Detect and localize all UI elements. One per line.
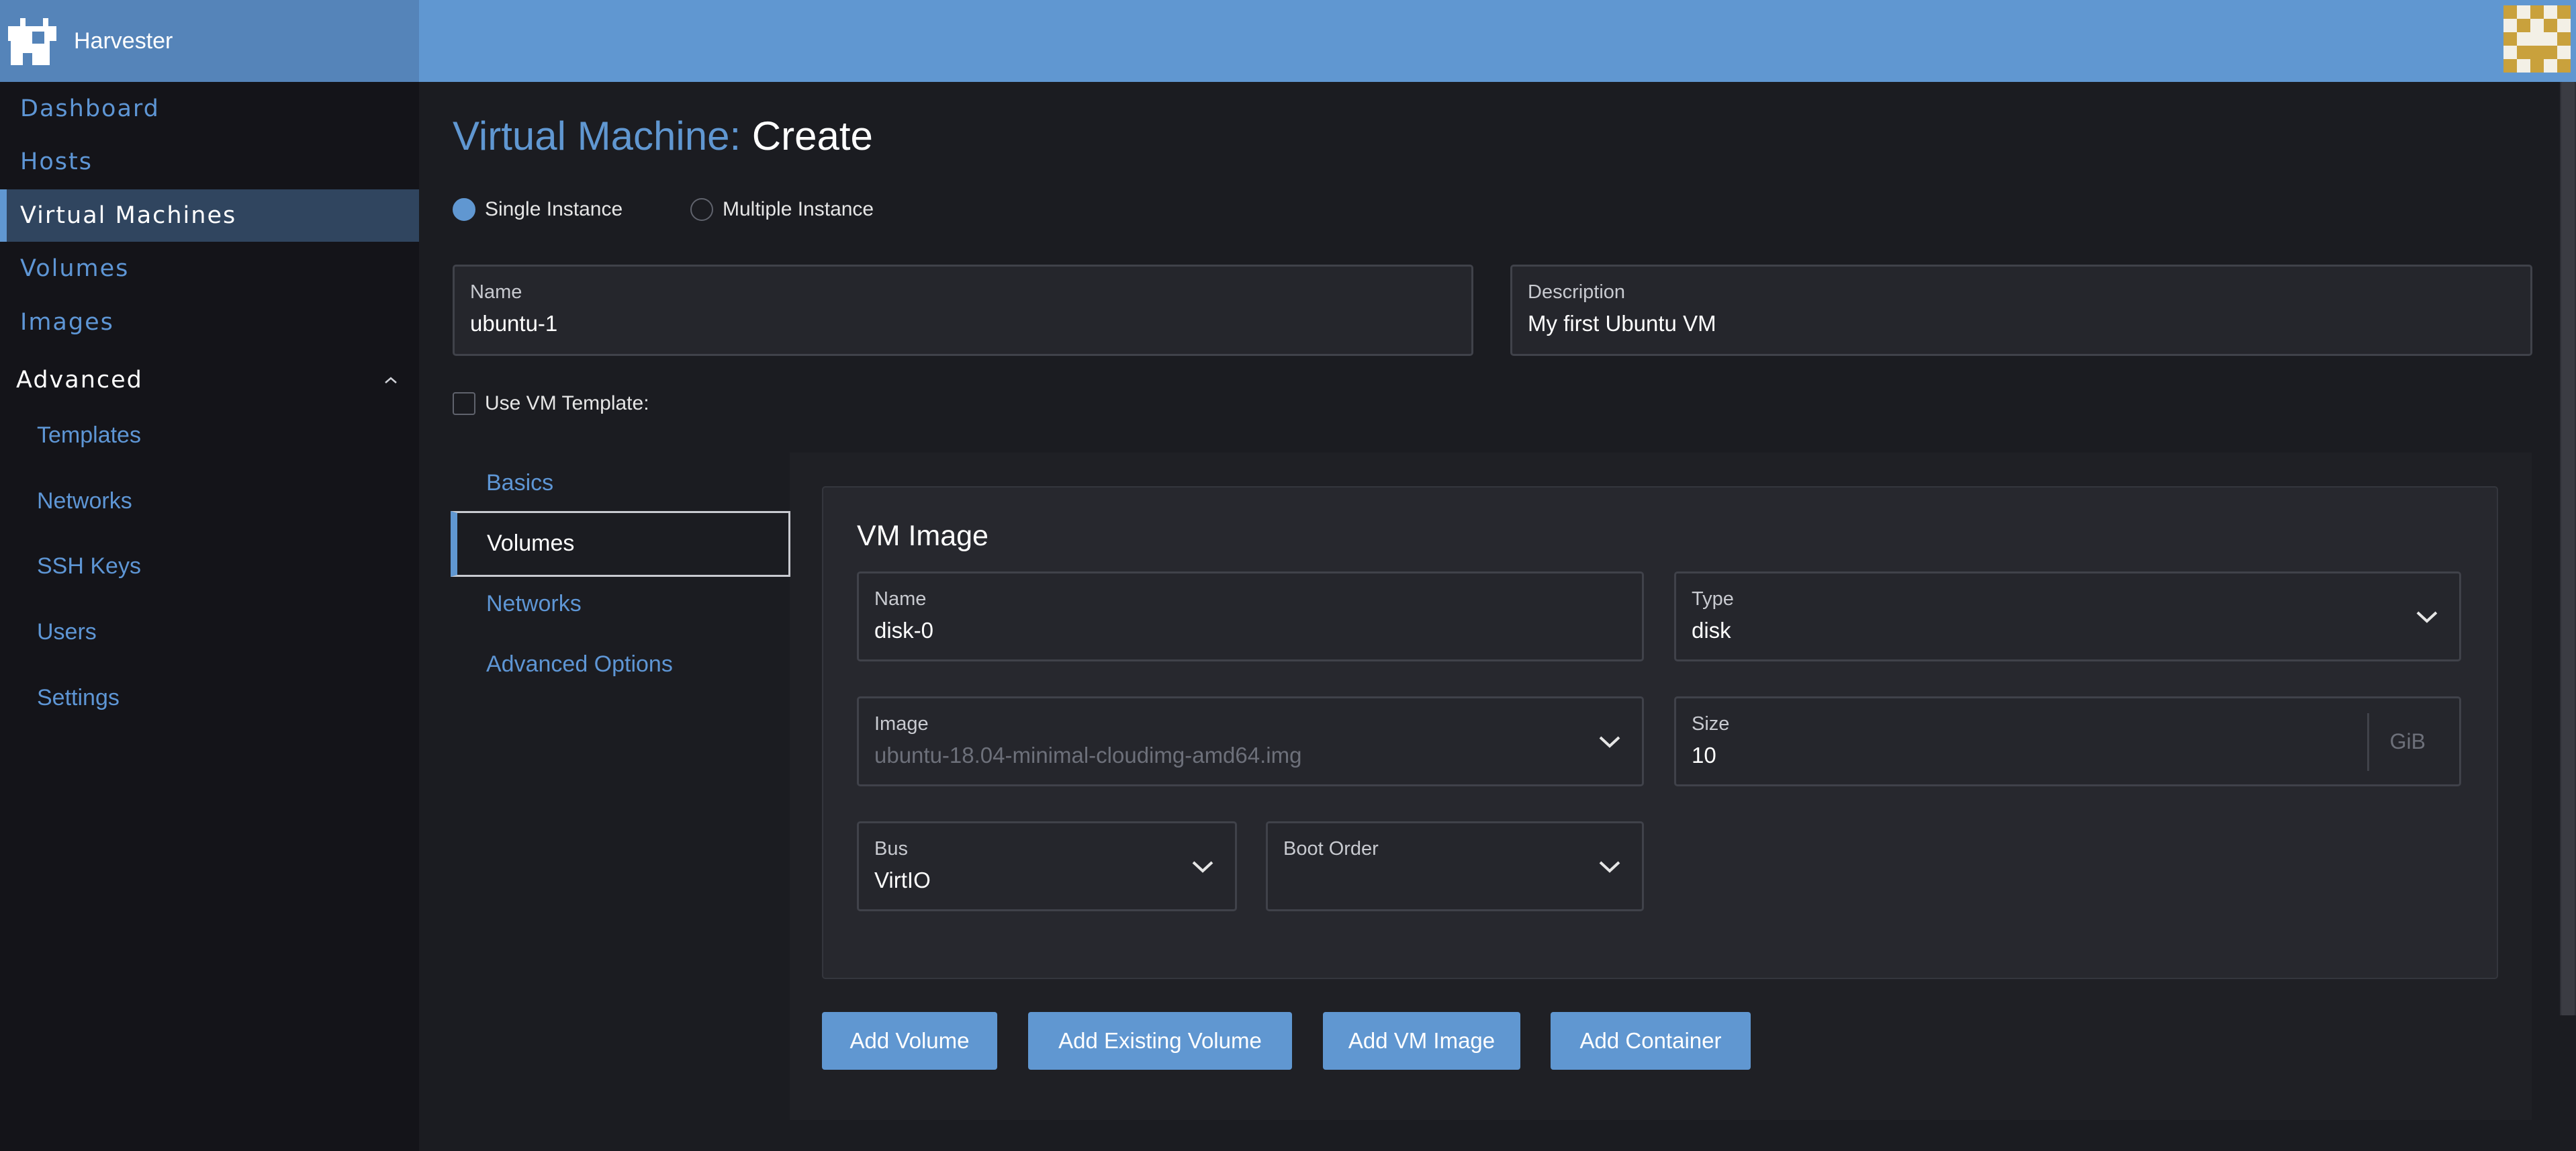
- scrollbar-thumb[interactable]: [2561, 82, 2575, 1015]
- harvester-logo-icon: [8, 18, 56, 65]
- add-container-button[interactable]: Add Container: [1551, 1012, 1751, 1070]
- top-header: Harvester: [0, 0, 2576, 82]
- name-field-value: ubuntu-1: [470, 311, 558, 336]
- add-volume-button[interactable]: Add Volume: [822, 1012, 997, 1070]
- sidebar-item-images[interactable]: Images: [0, 296, 419, 349]
- volume-image-select[interactable]: Image ubuntu-18.04-minimal-cloudimg-amd6…: [857, 696, 1644, 786]
- volume-bus-select[interactable]: Bus VirtIO: [857, 821, 1237, 911]
- sidebar-item-dashboard[interactable]: Dashboard: [0, 83, 419, 135]
- volume-bus-label: Bus: [874, 838, 908, 860]
- volume-bus-value: VirtIO: [874, 868, 931, 892]
- sidebar-group-advanced[interactable]: Advanced: [0, 357, 419, 404]
- app-root: Harvester Dashboard Hosts Virtual Machin…: [0, 0, 2576, 1151]
- radio-label: Multiple Instance: [723, 198, 874, 220]
- use-vm-template-checkbox[interactable]: Use VM Template:: [453, 392, 649, 415]
- radio-label: Single Instance: [485, 198, 623, 220]
- volume-name-value: disk-0: [874, 618, 934, 643]
- brand[interactable]: Harvester: [0, 0, 419, 82]
- page-title: Virtual Machine: Create: [453, 113, 873, 159]
- volume-name-field[interactable]: Name disk-0: [857, 571, 1644, 661]
- tab-advanced-options[interactable]: Advanced Options: [486, 651, 673, 678]
- page-title-prefix: Virtual Machine:: [453, 113, 741, 158]
- volume-image-label: Image: [874, 713, 929, 735]
- radio-indicator: [453, 198, 475, 221]
- volume-boot-order-label: Boot Order: [1283, 838, 1379, 860]
- volume-type-value: disk: [1692, 618, 1731, 643]
- chevron-down-icon: [2416, 611, 2438, 623]
- volume-type-label: Type: [1692, 588, 1734, 610]
- sidebar-item-networks[interactable]: Networks: [0, 477, 419, 524]
- add-vm-image-button[interactable]: Add VM Image: [1323, 1012, 1520, 1070]
- add-existing-volume-button[interactable]: Add Existing Volume: [1028, 1012, 1292, 1070]
- volume-size-value: 10: [1692, 743, 1716, 768]
- radio-single-instance[interactable]: Single Instance: [453, 198, 623, 221]
- sidebar-item-templates[interactable]: Templates: [0, 412, 419, 459]
- sidebar-item-volumes[interactable]: Volumes: [0, 242, 419, 295]
- volume-boot-order-select[interactable]: Boot Order: [1266, 821, 1644, 911]
- description-field[interactable]: Description My first Ubuntu VM: [1510, 265, 2532, 356]
- chevron-down-icon: [1599, 736, 1620, 748]
- chevron-down-icon: [1599, 861, 1620, 873]
- chevron-up-icon: [385, 377, 397, 383]
- name-field[interactable]: Name ubuntu-1: [453, 265, 1473, 356]
- radio-multiple-instance[interactable]: Multiple Instance: [690, 198, 874, 221]
- tab-volumes[interactable]: Volumes: [451, 511, 790, 577]
- sidebar-group-label: Advanced: [16, 367, 143, 394]
- chevron-down-icon: [1192, 861, 1213, 873]
- name-field-label: Name: [470, 281, 522, 303]
- volume-card-title: VM Image: [857, 520, 988, 552]
- volume-name-label: Name: [874, 588, 927, 610]
- sidebar-item-ssh-keys[interactable]: SSH Keys: [0, 543, 419, 590]
- volume-size-label: Size: [1692, 713, 1730, 735]
- radio-indicator: [690, 198, 713, 221]
- volume-size-unit: GiB: [2389, 729, 2426, 753]
- tab-basics[interactable]: Basics: [486, 470, 553, 496]
- description-field-value: My first Ubuntu VM: [1528, 311, 1716, 336]
- page-title-action: Create: [751, 113, 873, 158]
- checkbox-label: Use VM Template:: [485, 392, 649, 414]
- volume-image-value: ubuntu-18.04-minimal-cloudimg-amd64.img: [874, 743, 1302, 768]
- checkbox-box: [453, 392, 475, 415]
- volume-type-select[interactable]: Type disk: [1674, 571, 2461, 661]
- sidebar-item-hosts[interactable]: Hosts: [0, 136, 419, 188]
- tab-networks[interactable]: Networks: [486, 591, 582, 617]
- sidebar-item-users[interactable]: Users: [0, 608, 419, 655]
- tab-volumes-label: Volumes: [487, 531, 575, 556]
- sidebar-item-settings[interactable]: Settings: [0, 674, 419, 721]
- volume-size-field[interactable]: Size 10 GiB: [1674, 696, 2461, 786]
- avatar[interactable]: [2503, 5, 2571, 73]
- unit-separator: [2367, 713, 2369, 771]
- sidebar-item-virtual-machines[interactable]: Virtual Machines: [0, 189, 419, 242]
- brand-name: Harvester: [74, 28, 173, 54]
- description-field-label: Description: [1528, 281, 1626, 303]
